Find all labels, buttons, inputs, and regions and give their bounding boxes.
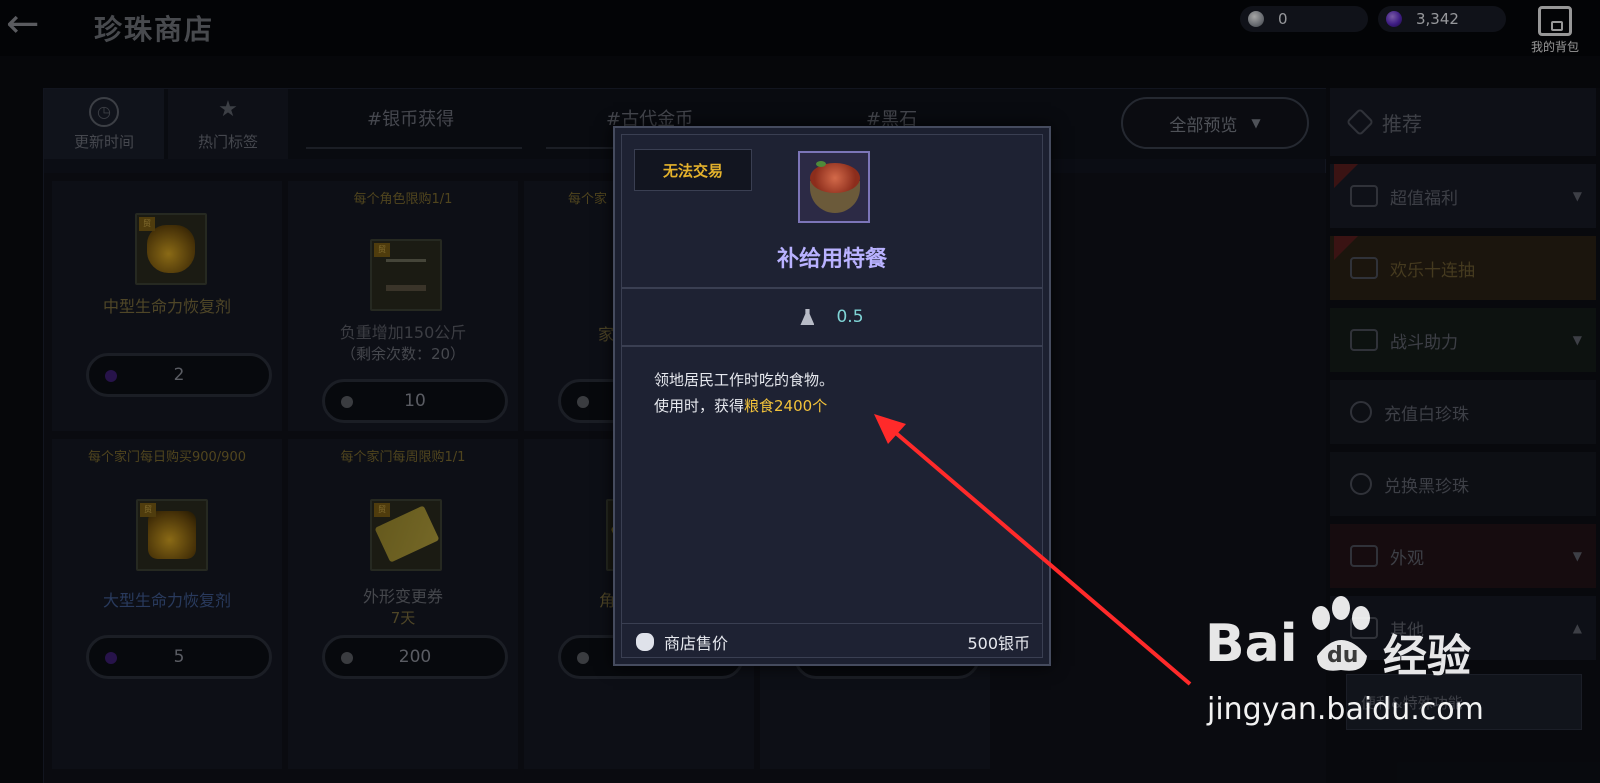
baidu-jingyan-watermark: Bai du 经验 jingyan.baidu.com (1205, 596, 1495, 731)
pearl-shop-screen: ← 珍珠商店 0 3,342 我的背包 ◷ 更新时间 ★ 热门标签 #银币获得 (0, 0, 1600, 783)
watermark-logo-text: Bai (1205, 614, 1298, 674)
watermark-paw-text: du (1327, 643, 1358, 668)
arrow-shaft (888, 426, 1192, 686)
watermark-cn-text: 经验 (1383, 631, 1471, 682)
baidu-paw-icon: du (1312, 596, 1370, 671)
watermark-url: jingyan.baidu.com (1207, 692, 1484, 727)
